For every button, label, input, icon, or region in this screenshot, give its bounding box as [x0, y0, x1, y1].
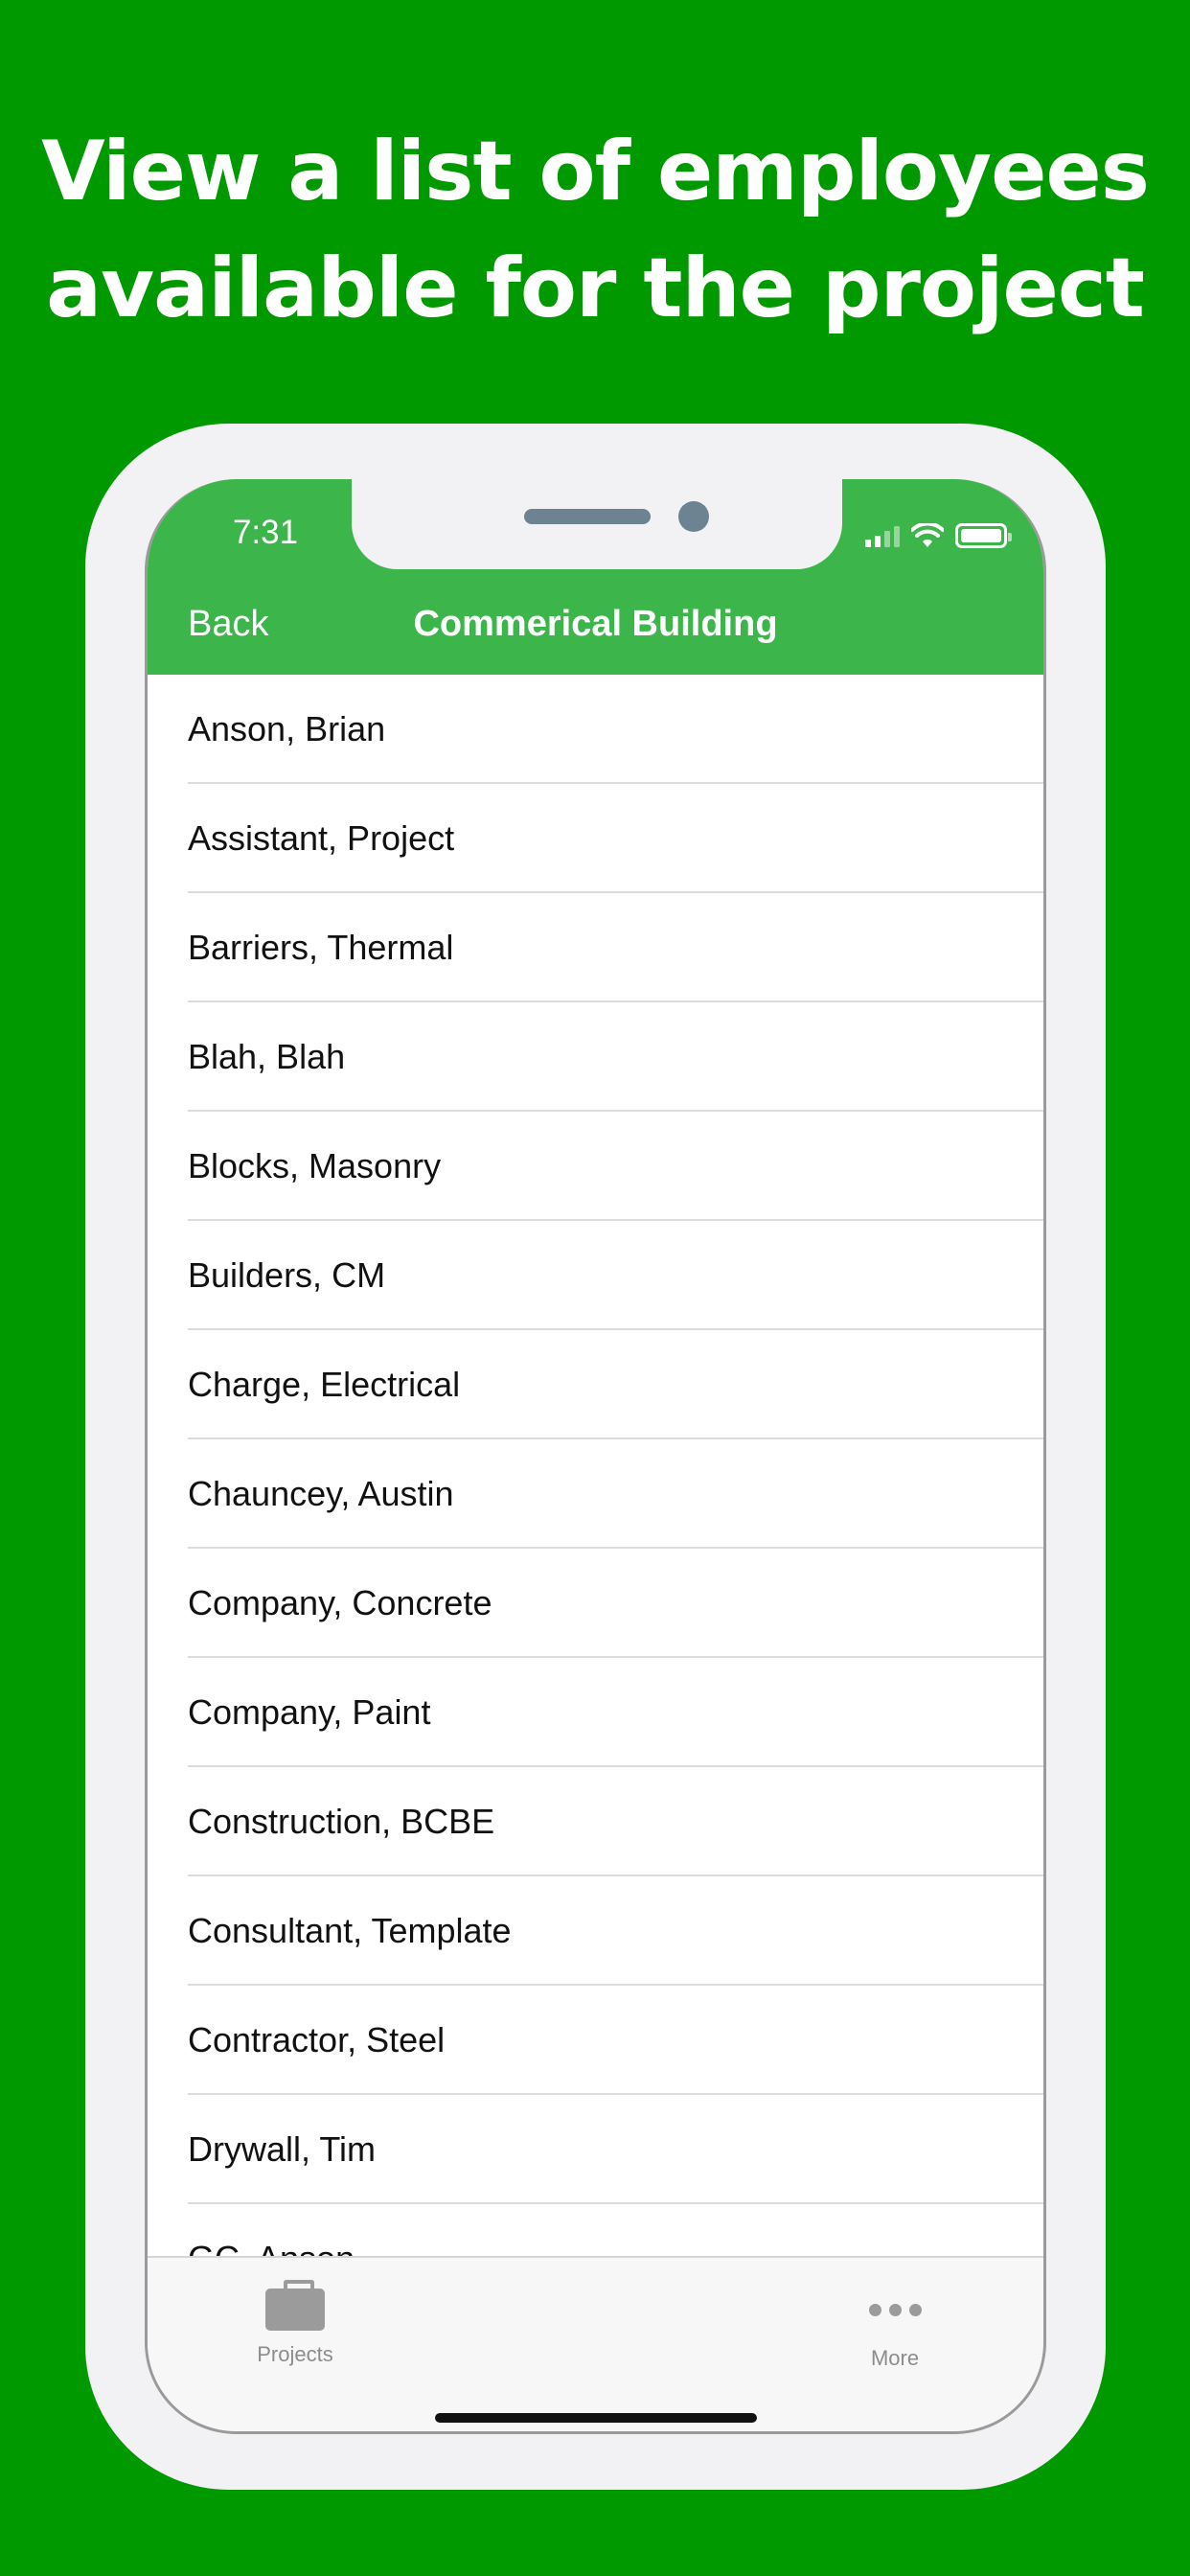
employee-row[interactable]: Builders, CM	[148, 1221, 1043, 1330]
employee-row[interactable]: Contractor, Steel	[148, 1986, 1043, 2095]
employee-name: Blocks, Masonry	[188, 1146, 442, 1185]
tab-more[interactable]: More	[818, 2277, 972, 2371]
employee-row[interactable]: Anson, Brian	[148, 675, 1043, 784]
battery-icon	[955, 523, 1012, 548]
home-indicator	[435, 2413, 757, 2423]
briefcase-icon	[265, 2280, 325, 2331]
marketing-headline: View a list of employees available for t…	[0, 113, 1190, 347]
employee-name: Consultant, Template	[188, 1911, 512, 1950]
cellular-signal-icon	[865, 524, 900, 547]
navigation-bar: 7:31 Back Commerical Building	[148, 479, 1043, 675]
employee-name: Company, Concrete	[188, 1583, 492, 1622]
employee-row[interactable]: Chauncey, Austin	[148, 1439, 1043, 1549]
phone-screen: 7:31 Back Commerical Building Anson, Bri…	[145, 479, 1046, 2434]
employee-row[interactable]: Assistant, Project	[148, 784, 1043, 893]
headline-line-2: available for the project	[46, 241, 1145, 336]
employee-row[interactable]: Barriers, Thermal	[148, 893, 1043, 1002]
employee-row[interactable]: Charge, Electrical	[148, 1330, 1043, 1439]
employee-row[interactable]: Consultant, Template	[148, 1876, 1043, 1986]
more-dots-icon	[818, 2304, 972, 2316]
tab-bar: Projects More	[148, 2256, 1043, 2431]
employee-name: Company, Paint	[188, 1692, 431, 1732]
employee-name: Chauncey, Austin	[188, 1474, 454, 1513]
employee-list: Anson, Brian Assistant, Project Barriers, …	[148, 675, 1043, 2313]
wifi-icon	[911, 523, 944, 547]
tab-more-label: More	[870, 2346, 920, 2370]
employee-name: Builders, CM	[188, 1255, 386, 1295]
status-time: 7:31	[232, 514, 299, 551]
employee-row[interactable]: Company, Concrete	[148, 1549, 1043, 1658]
employee-name: Assistant, Project	[188, 818, 455, 858]
notch	[352, 479, 842, 569]
employee-name: Charge, Electrical	[188, 1365, 461, 1404]
headline-line-1: View a list of employees	[41, 124, 1150, 219]
tab-projects-label: Projects	[257, 2342, 333, 2366]
employee-row[interactable]: Construction, BCBE	[148, 1767, 1043, 1876]
employee-row[interactable]: Company, Paint	[148, 1658, 1043, 1767]
employee-name: Anson, Brian	[188, 709, 386, 748]
status-icons	[865, 521, 1012, 550]
employee-row[interactable]: Blocks, Masonry	[148, 1112, 1043, 1221]
front-camera	[678, 501, 709, 532]
speaker-grille	[524, 509, 651, 524]
employee-name: Blah, Blah	[188, 1037, 346, 1076]
tab-projects[interactable]: Projects	[218, 2277, 372, 2367]
page-title: Commerical Building	[413, 604, 778, 644]
employee-name: Barriers, Thermal	[188, 928, 454, 967]
employee-name: Contractor, Steel	[188, 2020, 446, 2059]
employee-name: Construction, BCBE	[188, 1802, 495, 1841]
employee-row[interactable]: Blah, Blah	[148, 1002, 1043, 1112]
employee-name: Drywall, Tim	[188, 2129, 376, 2169]
employee-row[interactable]: Drywall, Tim	[148, 2095, 1043, 2204]
